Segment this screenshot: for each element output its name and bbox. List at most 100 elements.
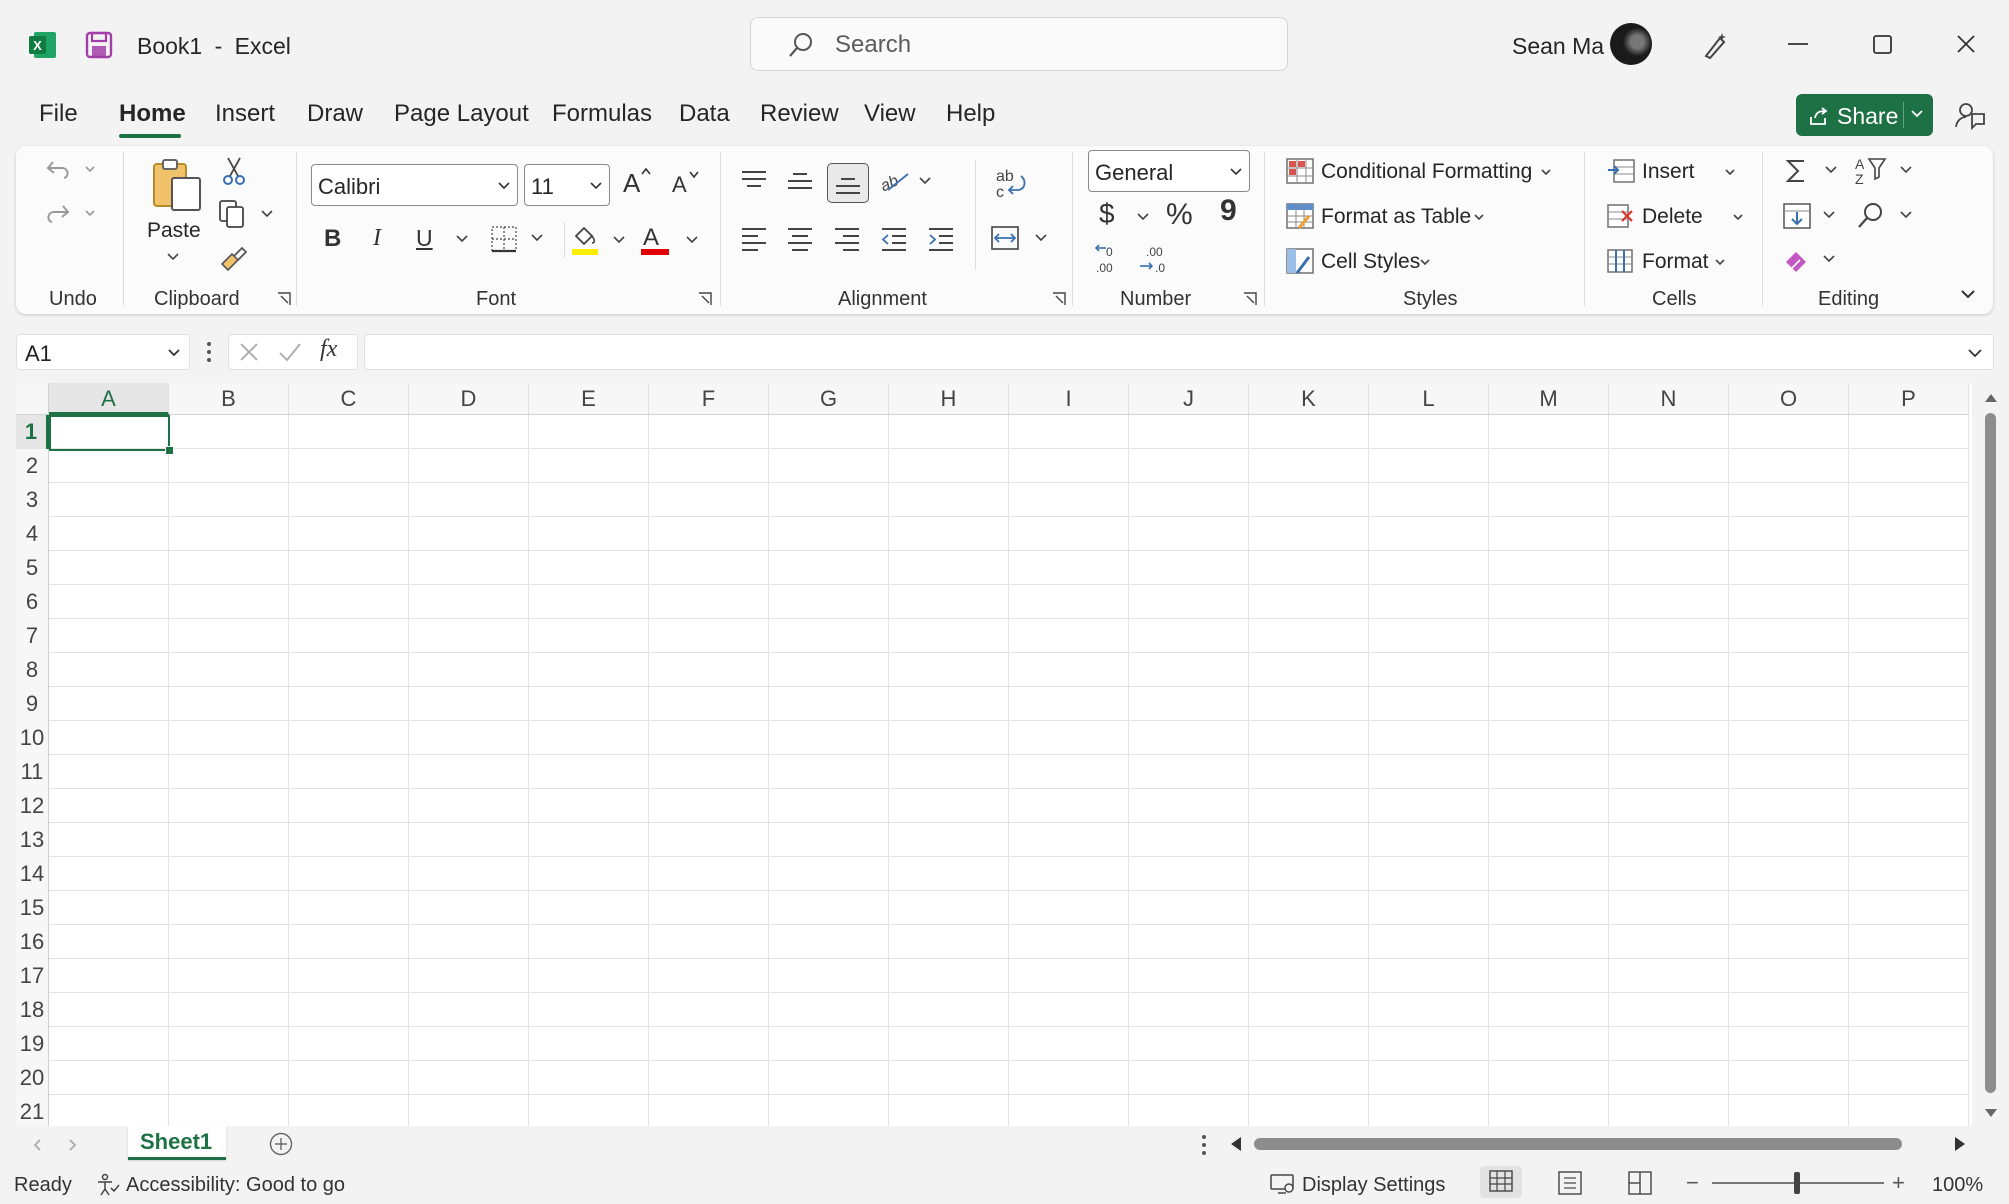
row-header-11[interactable]: 11 (16, 755, 49, 789)
row-header-13[interactable]: 13 (16, 823, 49, 857)
column-header-c[interactable]: C (289, 383, 409, 415)
decrease-indent-icon[interactable] (880, 225, 908, 251)
underline-chevron-down-icon[interactable] (455, 234, 469, 244)
orientation-icon[interactable]: ab (880, 166, 936, 196)
tab-formulas[interactable]: Formulas (552, 100, 652, 128)
conditional-formatting-button[interactable]: Conditional Formatting (1285, 155, 1555, 189)
paste-chevron-down-icon[interactable] (166, 252, 180, 262)
row-header-8[interactable]: 8 (16, 653, 49, 687)
accessibility-checker[interactable]: Accessibility: Good to go (96, 1170, 346, 1198)
scroll-left-icon[interactable] (1230, 1136, 1242, 1152)
cut-icon[interactable] (220, 156, 248, 186)
grow-font-icon[interactable]: A (621, 166, 653, 198)
row-header-4[interactable]: 4 (16, 517, 49, 551)
vertical-scroll-thumb[interactable] (1985, 413, 1996, 1093)
column-header-g[interactable]: G (769, 383, 889, 415)
align-right-icon[interactable] (833, 225, 861, 251)
fill-icon[interactable] (1782, 200, 1842, 232)
column-header-b[interactable]: B (169, 383, 289, 415)
row-header-20[interactable]: 20 (16, 1061, 49, 1095)
scroll-right-icon[interactable] (1954, 1136, 1966, 1152)
row-header-9[interactable]: 9 (16, 687, 49, 721)
sort-filter-icon[interactable]: AZ (1855, 155, 1919, 187)
zoom-slider-thumb[interactable] (1794, 1172, 1800, 1194)
row-header-2[interactable]: 2 (16, 449, 49, 483)
row-header-10[interactable]: 10 (16, 721, 49, 755)
cancel-icon[interactable] (238, 341, 260, 363)
save-icon[interactable] (84, 30, 114, 60)
chevron-down-icon[interactable] (1910, 109, 1924, 119)
worksheet-grid[interactable]: ABCDEFGHIJKLMNOP 1 2 3 4 5 6 7 8 9 10 11 12 13 14 15 16… (16, 383, 1972, 1126)
column-header-p[interactable]: P (1849, 383, 1969, 415)
row-header-12[interactable]: 12 (16, 789, 49, 823)
column-header-i[interactable]: I (1009, 383, 1129, 415)
shrink-font-icon[interactable]: A (670, 168, 702, 198)
tab-file[interactable]: File (39, 100, 78, 128)
undo-icon[interactable] (44, 154, 104, 182)
align-bottom-icon[interactable] (827, 163, 869, 203)
row-header-1[interactable]: 1 (16, 415, 49, 449)
decrease-decimal-icon[interactable]: .00.0 (1138, 244, 1172, 276)
copy-icon[interactable] (218, 199, 278, 229)
align-middle-icon[interactable] (786, 168, 814, 194)
cell-styles-button[interactable]: Cell Styles (1285, 245, 1445, 279)
zoom-in-button[interactable]: + (1892, 1170, 1905, 1196)
number-format-dropdown[interactable]: General (1088, 150, 1250, 192)
align-top-icon[interactable] (740, 168, 768, 194)
row-header-17[interactable]: 17 (16, 959, 49, 993)
align-left-icon[interactable] (740, 225, 768, 251)
currency-format-button[interactable]: $ (1099, 198, 1115, 230)
page-layout-view-icon[interactable] (1556, 1170, 1584, 1196)
comma-style-button[interactable]: 9 (1220, 194, 1237, 228)
tab-insert[interactable]: Insert (215, 100, 275, 128)
user-name[interactable]: Sean Ma (1512, 33, 1604, 60)
fill-handle[interactable] (165, 446, 174, 455)
formula-input[interactable] (364, 334, 1994, 370)
row-header-7[interactable]: 7 (16, 619, 49, 653)
dialog-launcher-icon[interactable] (277, 292, 291, 306)
zoom-out-button[interactable]: − (1686, 1170, 1699, 1196)
dialog-launcher-icon[interactable] (1243, 292, 1257, 306)
column-header-d[interactable]: D (409, 383, 529, 415)
font-size-dropdown[interactable]: 11 (524, 164, 610, 206)
sheet-tab[interactable]: Sheet1 (128, 1126, 226, 1160)
next-sheet-icon[interactable] (68, 1138, 78, 1152)
horizontal-scroll-thumb[interactable] (1254, 1138, 1902, 1150)
share-button[interactable]: Share (1796, 94, 1933, 136)
align-center-icon[interactable] (786, 225, 814, 251)
column-header-l[interactable]: L (1369, 383, 1489, 415)
column-header-j[interactable]: J (1129, 383, 1249, 415)
merge-center-icon[interactable] (990, 224, 1050, 254)
column-header-a[interactable]: A (49, 383, 169, 415)
add-sheet-icon[interactable] (268, 1131, 294, 1157)
column-header-f[interactable]: F (649, 383, 769, 415)
more-options-icon[interactable] (205, 340, 213, 364)
collapse-ribbon-chevron-down-icon[interactable] (1960, 288, 1976, 300)
column-header-o[interactable]: O (1729, 383, 1849, 415)
insert-function-button[interactable]: fx (320, 336, 337, 363)
maximize-icon[interactable] (1872, 34, 1894, 56)
format-as-table-button[interactable]: Format as Table (1285, 200, 1495, 234)
row-header-19[interactable]: 19 (16, 1027, 49, 1061)
tab-review[interactable]: Review (760, 100, 839, 128)
clear-icon[interactable] (1782, 244, 1842, 276)
column-header-k[interactable]: K (1249, 383, 1369, 415)
insert-cells-button[interactable]: Insert (1606, 155, 1736, 189)
delete-cells-button[interactable]: Delete (1606, 200, 1746, 234)
wrap-text-icon[interactable]: ab c (995, 166, 1027, 202)
redo-icon[interactable] (44, 198, 104, 226)
paste-button-label[interactable]: Paste (147, 219, 201, 243)
tab-page-layout[interactable]: Page Layout (394, 100, 529, 128)
scroll-up-icon[interactable] (1984, 393, 1998, 403)
minimize-icon[interactable] (1786, 34, 1810, 54)
row-header-21[interactable]: 21 (16, 1095, 49, 1126)
expand-formula-chevron-down-icon[interactable] (1967, 348, 1983, 358)
percent-style-button[interactable]: % (1166, 198, 1193, 232)
column-header-e[interactable]: E (529, 383, 649, 415)
increase-decimal-icon[interactable]: 0.00 (1092, 244, 1126, 276)
row-header-6[interactable]: 6 (16, 585, 49, 619)
column-header-m[interactable]: M (1489, 383, 1609, 415)
italic-button[interactable]: I (373, 225, 381, 252)
prev-sheet-icon[interactable] (32, 1138, 42, 1152)
row-header-18[interactable]: 18 (16, 993, 49, 1027)
